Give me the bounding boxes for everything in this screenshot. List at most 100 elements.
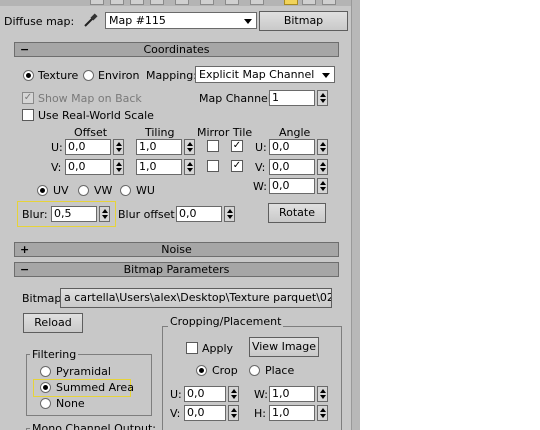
wu-radio[interactable]	[120, 185, 131, 196]
mapping-dropdown[interactable]: Explicit Map Channel	[195, 66, 335, 83]
use-real-world-scale-checkbox[interactable]	[22, 109, 34, 121]
blur-offset-label: Blur offset:	[118, 208, 179, 221]
bitmap-label: Bitmap:	[22, 292, 66, 305]
filtering-title: Filtering	[30, 348, 79, 361]
toolbar-button[interactable]	[225, 0, 239, 5]
w-angle-spinner[interactable]	[317, 178, 328, 194]
reload-button[interactable]: Reload	[23, 313, 83, 333]
crop-u-label: U:	[170, 388, 182, 401]
v-tiling-field[interactable]: 1,0	[136, 159, 182, 175]
summed-area-radio[interactable]	[40, 382, 51, 393]
environ-radio[interactable]	[83, 70, 94, 81]
noise-rollout-header[interactable]: + Noise	[14, 242, 339, 257]
none-radio[interactable]	[40, 398, 51, 409]
wu-label: WU	[136, 184, 155, 197]
collapse-icon: −	[20, 263, 30, 276]
use-real-world-scale-label: Use Real-World Scale	[38, 109, 154, 122]
vw-radio[interactable]	[78, 185, 89, 196]
u-offset-spinner[interactable]	[113, 139, 124, 155]
place-label: Place	[265, 364, 295, 377]
u-offset-field[interactable]: 0,0	[65, 139, 111, 155]
toolbar-button[interactable]	[200, 0, 214, 5]
u-tiling-field[interactable]: 1,0	[136, 139, 182, 155]
v-offset-field[interactable]: 0,0	[65, 159, 111, 175]
eyedropper-icon[interactable]	[82, 11, 100, 29]
mono-channel-output-title: Mono Channel Output:	[30, 422, 158, 430]
chevron-down-icon	[322, 73, 330, 78]
mapping-label: Mapping:	[146, 69, 197, 82]
apply-label: Apply	[202, 342, 234, 355]
texture-radio[interactable]	[23, 70, 34, 81]
toolbar-button[interactable]	[110, 0, 124, 5]
v-tiling-spinner[interactable]	[184, 159, 195, 175]
view-image-button[interactable]: View Image	[249, 337, 319, 357]
crop-v-spinner[interactable]	[228, 405, 239, 421]
map-name-dropdown[interactable]: Map #115	[105, 12, 257, 29]
crop-w-field[interactable]: 1,0	[269, 386, 315, 402]
toolbar-button[interactable]	[90, 0, 104, 5]
show-map-on-back-label: Show Map on Back	[38, 92, 142, 105]
map-type-button[interactable]: Bitmap	[259, 11, 348, 31]
v-angle-field[interactable]: 0,0	[269, 159, 315, 175]
v-mirror-checkbox[interactable]	[207, 160, 219, 172]
pyramidal-radio[interactable]	[40, 366, 51, 377]
material-editor-panel: Diffuse map: Map #115 Bitmap − Coordinat…	[0, 0, 360, 430]
u-angle-spinner[interactable]	[317, 139, 328, 155]
bitmap-path-button[interactable]: a cartella\Users\alex\Desktop\Texture pa…	[60, 288, 332, 308]
v-offset-spinner[interactable]	[113, 159, 124, 175]
blur-offset-spinner[interactable]	[224, 206, 235, 222]
tiling-header: Tiling	[145, 126, 175, 139]
bitmap-parameters-rollout-header[interactable]: − Bitmap Parameters	[14, 262, 339, 277]
crop-h-field[interactable]: 1,0	[269, 405, 315, 421]
show-map-on-back-checkbox[interactable]: ✓	[22, 92, 34, 104]
toolbar-button[interactable]	[250, 0, 264, 5]
crop-u-spinner[interactable]	[228, 386, 239, 402]
v-angle-label: V:	[255, 161, 266, 174]
blur-label: Blur:	[22, 208, 48, 221]
texture-label: Texture	[38, 69, 79, 82]
toolbar-button-active[interactable]	[284, 0, 298, 5]
crop-w-spinner[interactable]	[317, 386, 328, 402]
w-angle-field[interactable]: 0,0	[269, 178, 315, 194]
u-angle-field[interactable]: 0,0	[269, 139, 315, 155]
mapping-value: Explicit Map Channel	[199, 68, 315, 81]
coordinates-rollout-header[interactable]: − Coordinates	[14, 42, 339, 57]
u-label: U:	[51, 141, 63, 154]
toolbar-button[interactable]	[175, 0, 189, 5]
expand-icon: +	[20, 243, 30, 256]
v-label: V:	[51, 161, 62, 174]
uv-label: UV	[53, 184, 69, 197]
crop-radio[interactable]	[196, 365, 207, 376]
blur-spinner[interactable]	[99, 206, 110, 222]
crop-v-field[interactable]: 0,0	[184, 405, 226, 421]
v-angle-spinner[interactable]	[317, 159, 328, 175]
u-tiling-spinner[interactable]	[184, 139, 195, 155]
crop-v-label: V:	[170, 407, 181, 420]
crop-h-spinner[interactable]	[317, 405, 328, 421]
toolbar-button[interactable]	[302, 0, 316, 5]
blur-field[interactable]: 0,5	[51, 206, 97, 222]
map-channel-field[interactable]: 1	[269, 90, 315, 106]
u-angle-label: U:	[255, 141, 267, 154]
map-channel-spinner[interactable]	[317, 90, 328, 106]
environ-label: Environ	[98, 69, 140, 82]
uv-radio[interactable]	[37, 185, 48, 196]
noise-title: Noise	[161, 243, 192, 256]
crop-w-label: W:	[254, 388, 268, 401]
toolbar-button[interactable]	[150, 0, 164, 5]
crop-u-field[interactable]: 0,0	[184, 386, 226, 402]
place-radio[interactable]	[249, 365, 260, 376]
toolbar-button[interactable]	[322, 0, 336, 5]
toolbar-button[interactable]	[130, 0, 144, 5]
mirror-tile-header: Mirror Tile	[197, 126, 253, 139]
u-tile-checkbox[interactable]: ✓	[231, 140, 243, 152]
apply-checkbox[interactable]	[186, 342, 198, 354]
rotate-button[interactable]: Rotate	[268, 203, 326, 223]
v-tile-checkbox[interactable]: ✓	[231, 160, 243, 172]
w-angle-label: W:	[253, 180, 267, 193]
cropping-placement-title: Cropping/Placement	[168, 315, 284, 328]
diffuse-map-label: Diffuse map:	[4, 15, 75, 28]
panel-scrollbar[interactable]	[351, 0, 360, 430]
blur-offset-field[interactable]: 0,0	[176, 206, 222, 222]
u-mirror-checkbox[interactable]	[207, 140, 219, 152]
